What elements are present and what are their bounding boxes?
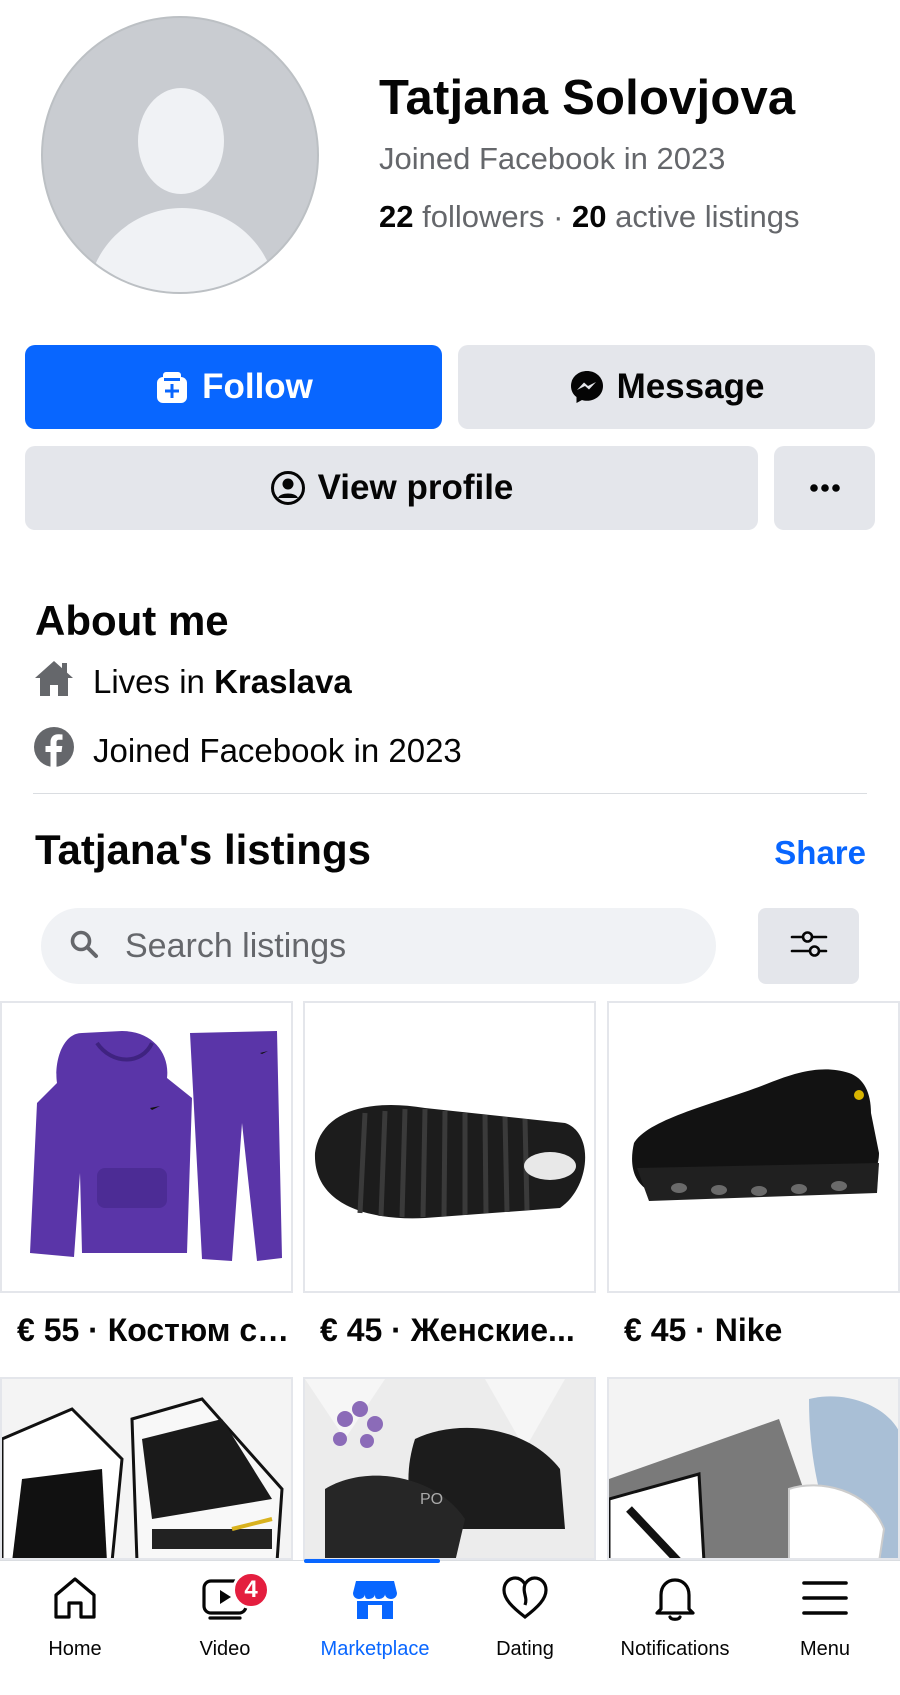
nav-home-label: Home	[48, 1638, 102, 1660]
listings-title: Tatjana's listings	[35, 826, 371, 873]
more-options-button[interactable]	[774, 446, 875, 530]
listing-tile-womens-shoes[interactable]	[303, 1001, 596, 1293]
search-bar[interactable]	[41, 908, 716, 984]
lives-city: Kraslava	[214, 663, 352, 700]
listing-price[interactable]: € 45 · Женские...	[320, 1312, 600, 1349]
listing-tile-nike[interactable]	[607, 1001, 900, 1293]
house-icon	[33, 658, 75, 706]
profile-name: Tatjana Solovjova	[379, 71, 796, 125]
nav-notifications-label: Notifications	[620, 1638, 730, 1660]
message-button[interactable]: Message	[458, 345, 875, 429]
about-lives-row: Lives in Kraslava	[33, 658, 352, 706]
nav-notifications[interactable]: Notifications	[600, 1561, 750, 1695]
profile-stats: 22 followers · 20 active listings	[379, 199, 799, 235]
listing-price[interactable]: € 45 · Nike	[624, 1312, 894, 1349]
avatar-body-shape	[87, 208, 277, 292]
svg-text:PO: PO	[420, 1491, 443, 1508]
view-profile-label: View profile	[317, 468, 514, 507]
about-joined-text: Joined Facebook in 2023	[93, 732, 462, 769]
messenger-icon	[569, 369, 605, 405]
nav-marketplace-label: Marketplace	[320, 1638, 430, 1660]
listings-count: 20	[572, 199, 607, 234]
about-title: About me	[35, 597, 229, 644]
nav-menu[interactable]: Menu	[750, 1561, 900, 1695]
dior-sneakers-image	[2, 1379, 291, 1558]
follow-icon	[154, 369, 190, 405]
menu-icon	[800, 1573, 850, 1628]
nav-menu-label: Menu	[799, 1638, 851, 1660]
video-badge: 4	[232, 1571, 270, 1609]
profile-avatar[interactable]	[41, 16, 319, 294]
profile-joined: Joined Facebook in 2023	[379, 141, 726, 176]
more-dots-icon	[809, 483, 841, 493]
view-profile-button[interactable]: View profile	[25, 446, 758, 530]
followers-count: 22	[379, 199, 414, 234]
user-circle-icon	[270, 470, 306, 506]
stats-separator: ·	[553, 199, 564, 234]
nav-marketplace[interactable]: Marketplace	[300, 1559, 450, 1695]
purple-tracksuit-image	[2, 1003, 291, 1291]
section-divider	[33, 793, 867, 794]
listing-tile-tracksuit[interactable]	[0, 1001, 293, 1293]
black-sneakers-with-lavender-image: PO	[305, 1379, 594, 1558]
lives-prefix: Lives in	[93, 663, 205, 700]
listings-label: active listings	[615, 199, 800, 234]
marketplace-icon	[350, 1573, 400, 1628]
bell-icon	[650, 1573, 700, 1628]
listing-tile-dior-sneakers[interactable]	[0, 1377, 293, 1560]
listing-price[interactable]: € 55 · Костюм сп...	[17, 1312, 295, 1349]
filter-button[interactable]	[758, 908, 859, 984]
about-joined-row: Joined Facebook in 2023	[33, 726, 462, 776]
listing-tile-white-sneakers[interactable]	[607, 1377, 900, 1560]
nav-dating-label: Dating	[496, 1638, 554, 1660]
follow-button[interactable]: Follow	[25, 345, 442, 429]
nav-video[interactable]: 4 Video	[150, 1561, 300, 1695]
message-label: Message	[616, 367, 765, 406]
bottom-nav: Home 4 Video Marketplace Dating Notifica…	[0, 1559, 900, 1695]
dating-icon	[500, 1573, 550, 1628]
listing-tile-black-sneakers[interactable]: PO	[303, 1377, 596, 1560]
search-input[interactable]	[125, 926, 645, 966]
search-icon	[69, 929, 99, 964]
facebook-icon	[33, 726, 75, 776]
avatar-head-shape	[138, 88, 224, 194]
followers-label: followers	[422, 199, 545, 234]
nav-home[interactable]: Home	[0, 1561, 150, 1695]
nav-video-label: Video	[199, 1638, 251, 1660]
nav-dating[interactable]: Dating	[450, 1561, 600, 1695]
black-shoe-sole-image	[305, 1003, 594, 1291]
home-icon	[50, 1573, 100, 1628]
share-button[interactable]: Share	[774, 834, 866, 872]
white-sneakers-jeans-image	[609, 1379, 898, 1558]
follow-label: Follow	[202, 367, 313, 406]
black-nike-sneaker-image	[609, 1003, 898, 1291]
sliders-icon	[790, 928, 828, 965]
